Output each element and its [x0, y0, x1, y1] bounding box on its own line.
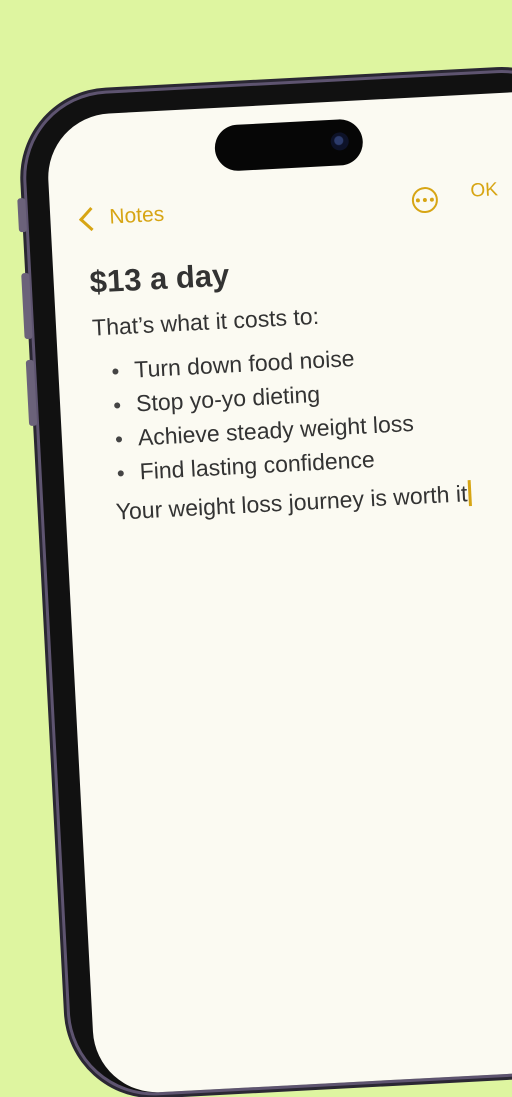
volume-down-button	[25, 359, 38, 427]
more-options-button[interactable]	[411, 186, 439, 214]
note-title: $13 a day	[88, 257, 231, 300]
phone-screen: Notes OK $13 a day That’s what it costs …	[45, 88, 512, 1096]
done-button[interactable]: OK	[470, 179, 499, 202]
phone-mockup: Notes OK $13 a day That’s what it costs …	[0, 0, 512, 1097]
volume-up-button	[21, 272, 33, 340]
closing-text: Your weight loss journey is worth it	[115, 480, 468, 525]
dot-icon	[415, 198, 421, 203]
back-button[interactable]: Notes	[76, 203, 165, 232]
notes-toolbar: Notes OK	[50, 179, 512, 249]
text-cursor	[467, 480, 472, 507]
action-button	[17, 197, 28, 233]
phone-frame: Notes OK $13 a day That’s what it costs …	[17, 68, 512, 1097]
dynamic-island	[213, 118, 364, 172]
dot-icon	[429, 197, 434, 202]
dot-icon	[422, 197, 427, 203]
camera-icon	[330, 131, 350, 151]
note-body[interactable]: $13 a day That’s what it costs to: Turn …	[89, 240, 512, 527]
chevron-left-icon	[78, 206, 103, 231]
bullet-list: Turn down food noise Stop yo-yo dieting …	[94, 334, 512, 485]
back-label: Notes	[108, 202, 165, 229]
